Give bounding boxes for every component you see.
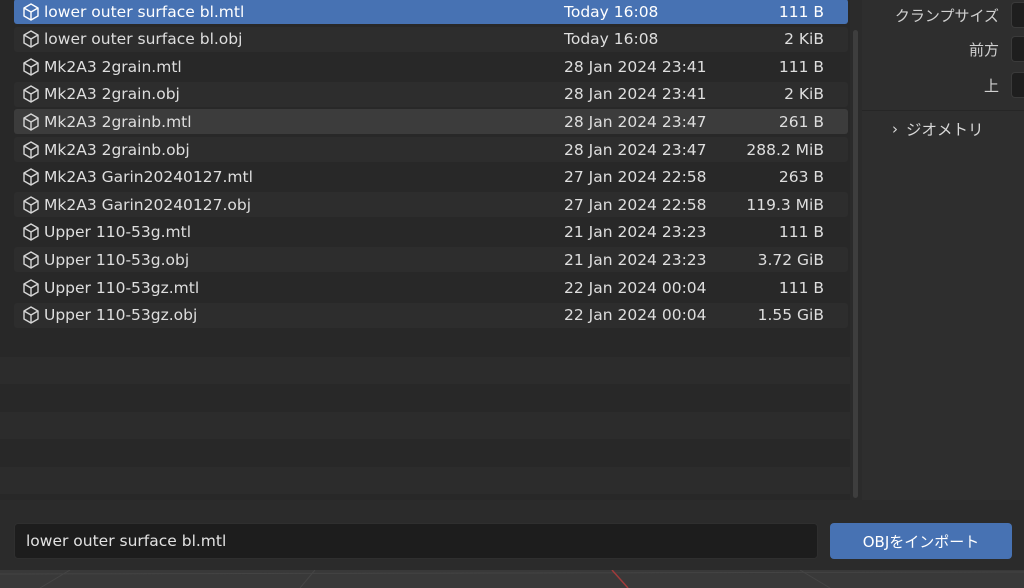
- file-name: Mk2A3 2grain.obj: [44, 85, 180, 104]
- cube-icon: [20, 166, 42, 188]
- file-name: Mk2A3 2grainb.mtl: [44, 112, 192, 131]
- cube-icon: [20, 1, 42, 23]
- file-row[interactable]: lower outer surface bl.mtl Today 16:08 111…: [14, 0, 848, 24]
- file-name: Mk2A3 Garin20240127.obj: [44, 195, 252, 214]
- clamp-size-label: クランプサイズ: [894, 6, 999, 25]
- file-size: 3.72 GiB: [757, 250, 824, 269]
- cube-icon: [20, 111, 42, 133]
- cube-icon: [20, 56, 42, 78]
- geometry-section-label: ジオメトリ: [906, 121, 984, 139]
- file-name: Upper 110-53gz.obj: [44, 306, 198, 325]
- up-axis-row: 上: [984, 72, 1024, 98]
- geometry-section-header[interactable]: › ジオメトリ: [892, 118, 984, 140]
- empty-list-row: [0, 384, 850, 411]
- file-row[interactable]: Upper 110-53g.mtl 21 Jan 2024 23:23 111 B: [14, 220, 848, 245]
- file-name: Mk2A3 2grainb.obj: [44, 140, 190, 159]
- viewport-grid: [0, 570, 1024, 588]
- file-name: Upper 110-53g.obj: [44, 250, 190, 269]
- 3d-viewport-strip: [0, 570, 1024, 588]
- forward-axis-label: 前方: [968, 40, 999, 59]
- up-axis-label: 上: [983, 76, 999, 95]
- file-date: 21 Jan 2024 23:23: [564, 250, 707, 269]
- file-size: 111 B: [778, 2, 824, 21]
- empty-list-row: [0, 329, 850, 356]
- file-name: Mk2A3 2grain.mtl: [44, 57, 182, 76]
- file-size: 111 B: [778, 278, 824, 297]
- file-size: 111 B: [778, 57, 824, 76]
- empty-list-row: [0, 356, 850, 384]
- file-size: 261 B: [778, 112, 824, 131]
- file-date: 28 Jan 2024 23:47: [564, 140, 707, 159]
- import-obj-button[interactable]: OBJをインポート: [830, 523, 1012, 559]
- file-row[interactable]: Mk2A3 Garin20240127.obj 27 Jan 2024 22:58…: [14, 192, 848, 218]
- cube-icon: [20, 304, 42, 326]
- file-date: 28 Jan 2024 23:47: [564, 112, 707, 131]
- file-size: 263 B: [778, 168, 824, 187]
- file-row[interactable]: Mk2A3 2grain.obj 28 Jan 2024 23:41 2 KiB: [14, 81, 848, 107]
- file-name: Upper 110-53gz.mtl: [44, 278, 200, 297]
- file-date: 22 Jan 2024 00:04: [564, 306, 707, 325]
- file-date: 21 Jan 2024 23:23: [564, 223, 707, 242]
- file-size: 2 KiB: [784, 30, 824, 49]
- file-row[interactable]: lower outer surface bl.obj Today 16:08 2 K…: [14, 26, 848, 52]
- file-list-panel: lower outer surface bl.mtl Today 16:08 111…: [0, 0, 850, 500]
- file-size: 1.55 GiB: [757, 306, 824, 325]
- file-date: 28 Jan 2024 23:41: [564, 85, 707, 104]
- file-row[interactable]: Mk2A3 2grainb.obj 28 Jan 2024 23:47 288.2 …: [14, 137, 848, 162]
- file-size: 288.2 MiB: [746, 140, 824, 159]
- cube-icon: [20, 221, 42, 243]
- file-size: 2 KiB: [784, 85, 824, 104]
- forward-axis-row: 前方: [969, 36, 1024, 62]
- file-row[interactable]: Mk2A3 2grain.mtl 28 Jan 2024 23:41 111 B: [14, 54, 848, 79]
- cube-icon: [20, 277, 42, 299]
- clamp-size-field[interactable]: [1011, 2, 1024, 28]
- file-row[interactable]: Mk2A3 Garin20240127.mtl 27 Jan 2024 22:58…: [14, 165, 848, 190]
- file-row[interactable]: Upper 110-53g.obj 21 Jan 2024 23:23 3.72 G…: [14, 247, 848, 273]
- up-axis-dropdown[interactable]: [1011, 72, 1024, 98]
- filename-input[interactable]: [14, 523, 818, 559]
- file-date: 28 Jan 2024 23:41: [564, 57, 707, 76]
- cube-icon: [20, 249, 42, 271]
- forward-axis-dropdown[interactable]: [1011, 36, 1024, 62]
- file-size: 111 B: [778, 223, 824, 242]
- file-name: Upper 110-53g.mtl: [44, 223, 192, 242]
- file-size: 119.3 MiB: [746, 195, 824, 214]
- cube-icon: [20, 28, 42, 50]
- cube-icon: [20, 139, 42, 161]
- file-row[interactable]: Mk2A3 2grainb.mtl 28 Jan 2024 23:47 261 B: [14, 109, 848, 135]
- file-date: 27 Jan 2024 22:58: [564, 168, 707, 187]
- file-date: Today 16:08: [564, 30, 659, 49]
- file-date: 22 Jan 2024 00:04: [564, 278, 707, 297]
- section-divider: [862, 110, 1024, 111]
- empty-list-row: [0, 440, 850, 467]
- file-date: 27 Jan 2024 22:58: [564, 195, 707, 214]
- file-row[interactable]: Upper 110-53gz.obj 22 Jan 2024 00:04 1.55 …: [14, 302, 848, 328]
- file-name: lower outer surface bl.obj: [44, 30, 243, 49]
- file-date: Today 16:08: [564, 2, 659, 21]
- cube-icon: [20, 83, 42, 105]
- chevron-right-icon: ›: [892, 120, 898, 138]
- file-name: Mk2A3 Garin20240127.mtl: [44, 168, 253, 187]
- scrollbar-thumb[interactable]: [853, 30, 858, 498]
- cube-icon: [20, 194, 42, 216]
- import-options-panel: クランプサイズ 前方 上 › ジオメトリ: [862, 0, 1024, 500]
- clamp-size-row: クランプサイズ: [895, 2, 1024, 28]
- empty-list-row: [0, 412, 850, 439]
- file-row[interactable]: Upper 110-53gz.mtl 22 Jan 2024 00:04 111 B: [14, 275, 848, 300]
- file-name: lower outer surface bl.mtl: [44, 2, 245, 21]
- empty-list-row: [0, 467, 850, 495]
